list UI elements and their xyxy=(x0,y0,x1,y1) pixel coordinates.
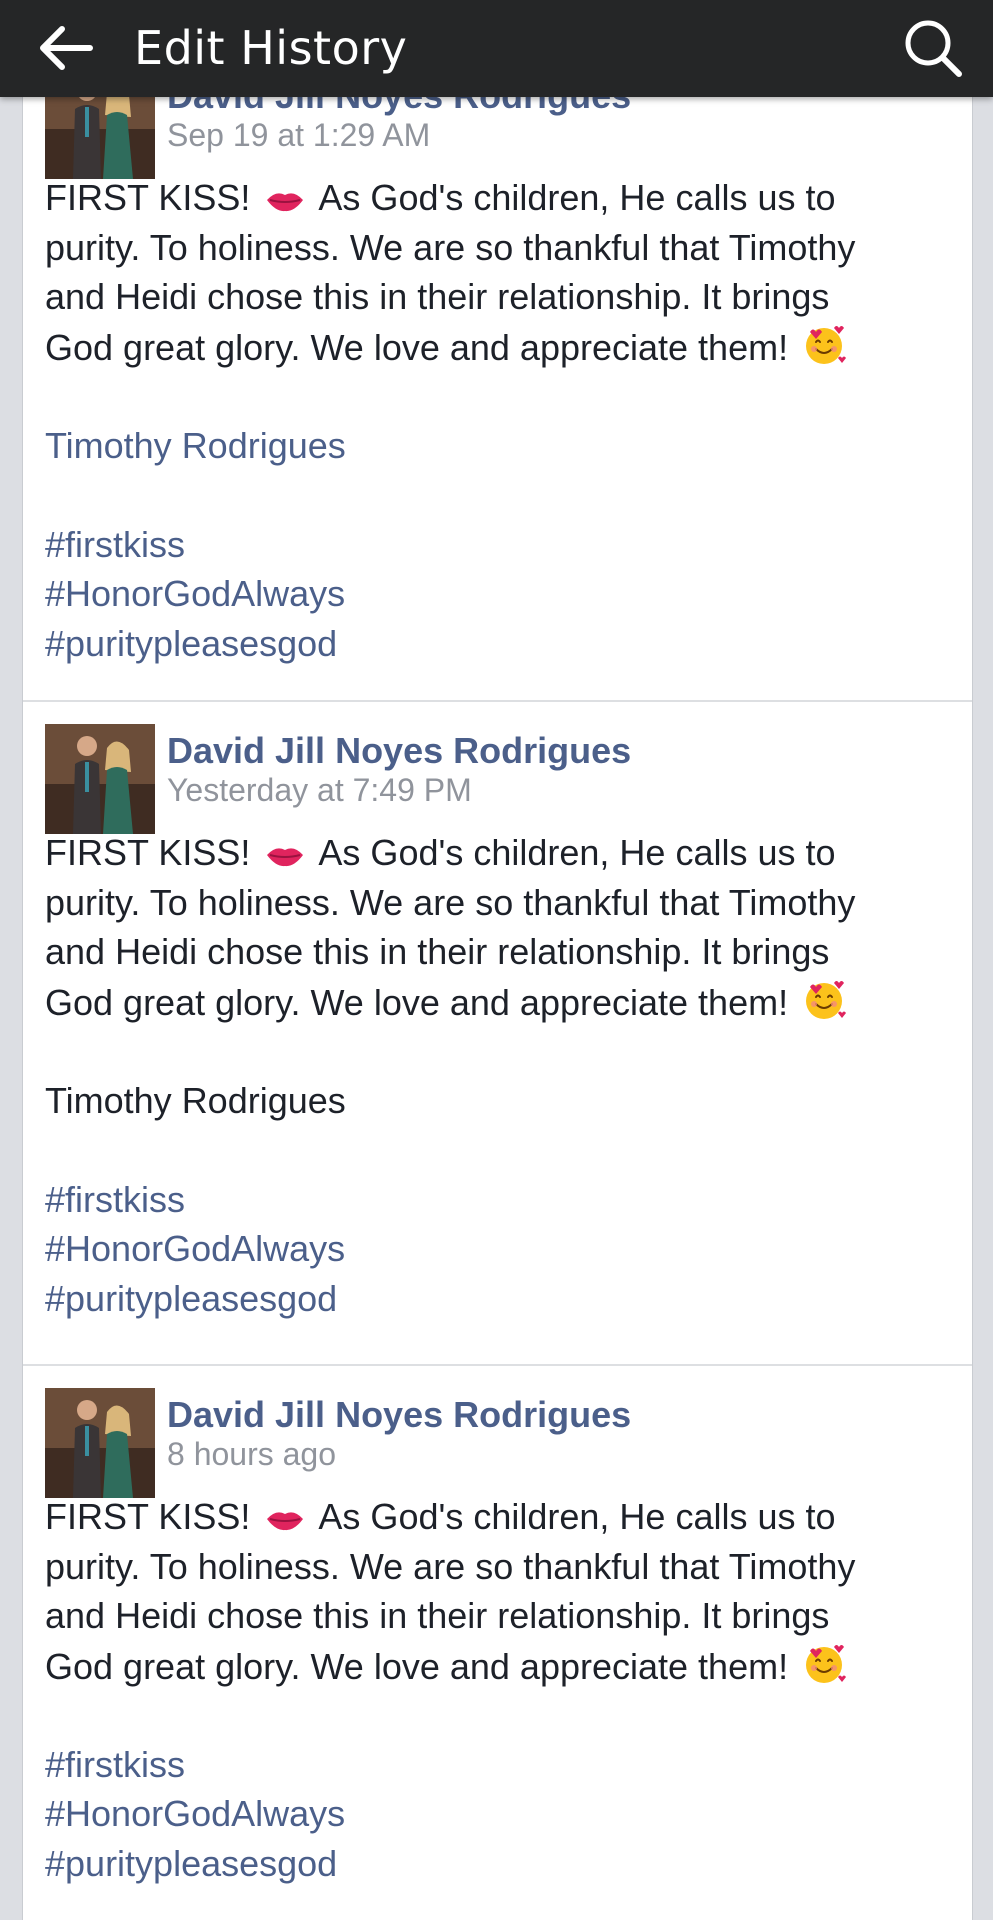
smiling-face-with-hearts-emoji xyxy=(802,977,848,1034)
post-text: FIRST KISS! As God's children, He calls … xyxy=(45,173,950,668)
hashtag-link[interactable]: #firstkiss xyxy=(45,1175,950,1225)
hashtag-link[interactable]: #firstkiss xyxy=(45,520,950,570)
text-line: FIRST KISS! As God's children, He calls … xyxy=(45,828,950,878)
avatar[interactable] xyxy=(45,724,155,834)
search-icon xyxy=(905,20,962,77)
edit-timestamp: Yesterday at 7:49 PM xyxy=(167,772,472,808)
post-text: FIRST KISS! As God's children, He calls … xyxy=(45,828,950,1323)
edit-entry: David Jill Noyes Rodrigues Yesterday at … xyxy=(23,702,972,1366)
lips-emoji xyxy=(264,831,306,881)
arrow-left-icon xyxy=(40,26,93,70)
back-button[interactable] xyxy=(34,16,98,80)
hashtag-link[interactable]: #HonorGodAlways xyxy=(45,1224,950,1274)
hashtag-link[interactable]: #HonorGodAlways xyxy=(45,1789,950,1839)
hashtag-link[interactable]: #puritypleasesgod xyxy=(45,619,950,669)
text-line: purity. To holiness. We are so thankful … xyxy=(45,226,856,268)
lips-emoji xyxy=(264,176,306,226)
edit-timestamp: Sep 19 at 1:29 AM xyxy=(167,117,431,153)
tagged-person-text: Timothy Rodrigues xyxy=(45,1079,346,1121)
author-name[interactable]: David Jill Noyes Rodrigues xyxy=(167,1394,631,1436)
author-name[interactable]: David Jill Noyes Rodrigues xyxy=(167,730,631,772)
post-text: FIRST KISS! As God's children, He calls … xyxy=(45,1492,950,1888)
text-line: purity. To holiness. We are so thankful … xyxy=(45,881,856,923)
text-line: and Heidi chose this in their relationsh… xyxy=(45,276,830,317)
page-title: Edit History xyxy=(134,21,408,75)
edit-entry: David Jill Noyes Rodrigues 8 hours ago F… xyxy=(23,1366,972,1920)
avatar[interactable] xyxy=(45,97,155,179)
lips-emoji xyxy=(264,1495,306,1545)
top-app-bar: Edit History xyxy=(0,0,993,97)
hashtag-link[interactable]: #HonorGodAlways xyxy=(45,569,950,619)
tagged-person-link[interactable]: Timothy Rodrigues xyxy=(45,421,950,471)
edit-history-list[interactable]: David Jill Noyes Rodrigues Sep 19 at 1:2… xyxy=(22,97,973,1920)
smiling-face-with-hearts-emoji xyxy=(802,322,848,379)
hashtag-link[interactable]: #firstkiss xyxy=(45,1740,950,1790)
author-name[interactable]: David Jill Noyes Rodrigues xyxy=(167,97,631,117)
text-line: God great glory. We love and appreciate … xyxy=(45,1641,950,1691)
edit-entry: David Jill Noyes Rodrigues Sep 19 at 1:2… xyxy=(23,97,972,702)
avatar[interactable] xyxy=(45,1388,155,1498)
hashtag-link[interactable]: #puritypleasesgod xyxy=(45,1839,950,1889)
text-line: and Heidi chose this in their relationsh… xyxy=(45,931,830,972)
search-button[interactable] xyxy=(895,10,971,86)
text-line: FIRST KISS! As God's children, He calls … xyxy=(45,1492,950,1542)
hashtag-link[interactable]: #puritypleasesgod xyxy=(45,1274,950,1324)
text-line: God great glory. We love and appreciate … xyxy=(45,977,950,1027)
text-line: God great glory. We love and appreciate … xyxy=(45,322,950,372)
text-line: and Heidi chose this in their relationsh… xyxy=(45,1595,830,1636)
text-line: FIRST KISS! As God's children, He calls … xyxy=(45,173,950,223)
text-line: purity. To holiness. We are so thankful … xyxy=(45,1545,856,1587)
smiling-face-with-hearts-emoji xyxy=(802,1641,848,1698)
edit-timestamp: 8 hours ago xyxy=(167,1436,337,1472)
